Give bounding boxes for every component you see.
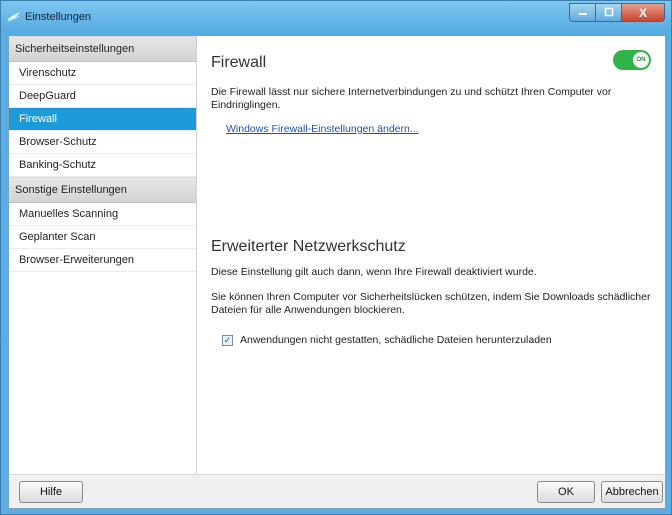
window-client-area: Sicherheitseinstellungen Virenschutz Dee… <box>8 35 666 509</box>
sidebar-item-banking-schutz[interactable]: Banking-Schutz <box>9 154 196 177</box>
window-controls: X <box>569 3 665 23</box>
close-button[interactable]: X <box>621 3 665 22</box>
settings-sidebar: Sicherheitseinstellungen Virenschutz Dee… <box>9 36 197 474</box>
firewall-description: Die Firewall lässt nur sichere Internetv… <box>211 86 612 111</box>
sidebar-item-firewall[interactable]: Firewall <box>9 108 196 131</box>
toggle-knob: ON <box>633 52 649 68</box>
settings-window: Einstellungen X Sicherheitseinstellungen… <box>0 0 672 515</box>
maximize-button[interactable] <box>595 3 621 22</box>
windows-firewall-settings-link[interactable]: Windows Firewall-Einstellungen ändern... <box>226 123 419 135</box>
sidebar-item-virenschutz[interactable]: Virenschutz <box>9 62 196 85</box>
title-bar[interactable]: Einstellungen X <box>1 1 671 35</box>
minimize-icon <box>578 7 588 19</box>
network-protection-description: Sie können Ihren Computer vor Sicherheit… <box>211 291 651 316</box>
block-downloads-option[interactable]: ✓ Anwendungen nicht gestatten, schädlich… <box>222 334 552 346</box>
maximize-icon <box>604 7 614 19</box>
block-downloads-label[interactable]: Anwendungen nicht gestatten, schädliche … <box>240 334 552 346</box>
dialog-button-bar: Hilfe OK Abbrechen <box>9 474 665 508</box>
sidebar-item-manuelles-scanning[interactable]: Manuelles Scanning <box>9 203 196 226</box>
ok-button[interactable]: OK <box>537 481 595 503</box>
section-header-other: Sonstige Einstellungen <box>9 177 196 203</box>
sidebar-item-geplanter-scan[interactable]: Geplanter Scan <box>9 226 196 249</box>
firewall-toggle[interactable]: ON <box>613 50 651 70</box>
close-icon: X <box>638 5 647 20</box>
settings-content-panel: Firewall ON Die Firewall lässt nur siche… <box>198 36 665 474</box>
sidebar-item-browser-schutz[interactable]: Browser-Schutz <box>9 131 196 154</box>
section-header-security: Sicherheitseinstellungen <box>9 36 196 62</box>
help-button[interactable]: Hilfe <box>19 481 83 503</box>
cancel-button[interactable]: Abbrechen <box>601 481 663 503</box>
sidebar-item-browser-erweiterungen[interactable]: Browser-Erweiterungen <box>9 249 196 272</box>
minimize-button[interactable] <box>569 3 595 22</box>
network-protection-note: Diese Einstellung gilt auch dann, wenn I… <box>211 266 537 278</box>
app-icon <box>7 10 21 24</box>
network-protection-heading: Erweiterter Netzwerkschutz <box>211 238 406 255</box>
firewall-heading: Firewall <box>211 54 267 71</box>
sidebar-item-deepguard[interactable]: DeepGuard <box>9 85 196 108</box>
block-downloads-checkbox[interactable]: ✓ <box>222 334 233 346</box>
window-title: Einstellungen <box>25 11 92 23</box>
